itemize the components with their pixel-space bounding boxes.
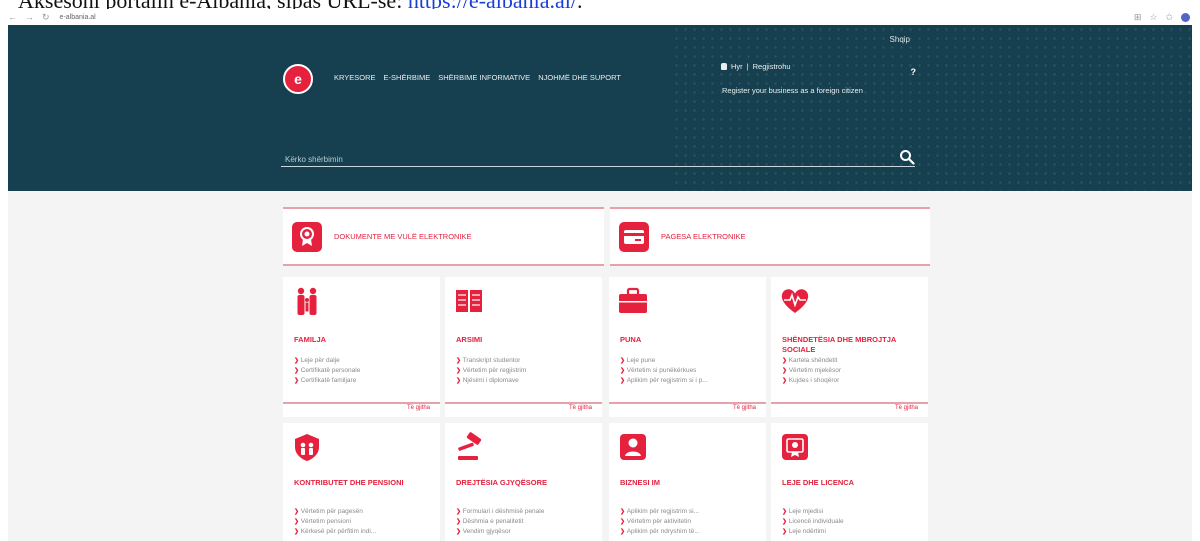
category-card-family[interactable]: Familja Leje për dalje Certifikatë perso…	[283, 277, 440, 417]
card-link[interactable]: Vërtetim pensioni	[294, 517, 434, 527]
nav-item-support[interactable]: Njohmë dhe suport	[538, 73, 621, 82]
nav-item-eservices[interactable]: E-shërbime	[384, 73, 431, 82]
card-link[interactable]: Aplikim për ndryshim të...	[620, 527, 760, 537]
card-link[interactable]: Njësimi i diplomave	[456, 376, 596, 386]
card-title: Drejtësia gjyqësore	[456, 478, 547, 487]
family-icon	[297, 287, 317, 315]
see-all-link[interactable]: Të gjitha	[569, 405, 592, 411]
card-link[interactable]: Licencë individuale	[782, 517, 922, 527]
card-link[interactable]: Vërtetim për pagesën	[294, 507, 434, 517]
card-divider	[445, 402, 602, 404]
briefcase-icon	[619, 287, 647, 313]
card-link[interactable]: Leje ndërtimi	[782, 527, 922, 537]
card-title: Kontributet dhe pensioni	[294, 478, 404, 487]
certificate-icon	[292, 221, 322, 252]
card-link[interactable]: Vërtetim për regjistrim	[456, 366, 596, 376]
category-card-work[interactable]: Puna Leje pune Vërtetim si punëkërkues A…	[609, 277, 766, 417]
card-link[interactable]: Leje pune	[620, 356, 760, 366]
card-divider	[771, 402, 928, 404]
category-card-health[interactable]: Shëndetësia dhe mbrojtja sociale Kartela…	[771, 277, 928, 417]
featured-label: Pagesa elektronike	[661, 232, 746, 241]
browser-toolbar: ← → ↻ e-albania.al ⊞ ☆ ✩	[0, 9, 1200, 25]
card-link[interactable]: Leje mjedisi	[782, 507, 922, 517]
card-links: Transkript studentor Vërtetim për regjis…	[456, 356, 596, 386]
card-title: Familja	[294, 335, 327, 344]
see-all-link[interactable]: Të gjitha	[733, 405, 756, 411]
forward-icon[interactable]: →	[25, 12, 34, 23]
card-link[interactable]: Transkript studentor	[456, 356, 596, 366]
card-links: Formulari i dëshmisë penale Dëshmia e pe…	[456, 507, 596, 537]
card-link[interactable]: Dëshmia e penalitetit	[456, 517, 596, 527]
card-links: Leje mjedisi Licencë individuale Leje nd…	[782, 507, 922, 537]
category-card-education[interactable]: Arsimi Transkript studentor Vërtetim për…	[445, 277, 602, 417]
search-icon[interactable]	[899, 149, 915, 165]
category-card-pension[interactable]: Kontributet dhe pensioni Vërtetim për pa…	[283, 423, 440, 541]
extension-icon[interactable]	[1181, 12, 1190, 22]
login-link[interactable]: Hyr	[731, 62, 743, 71]
reload-icon[interactable]: ↻	[42, 12, 50, 23]
category-card-justice[interactable]: Drejtësia gjyqësore Formulari i dëshmisë…	[445, 423, 602, 541]
card-link[interactable]: Formulari i dëshmisë penale	[456, 507, 596, 517]
credit-card-icon	[619, 221, 649, 252]
card-link[interactable]: Aplikim për regjistrim si i p...	[620, 376, 760, 386]
foreign-business-link[interactable]: Register your business as a foreign citi…	[722, 86, 863, 95]
card-links: Vërtetim për pagesën Vërtetim pensioni K…	[294, 507, 434, 537]
card-links: Leje pune Vërtetim si punëkërkues Apliki…	[620, 356, 760, 386]
card-links: Kartela shëndetit Vërtetim mjekësor Kujd…	[782, 356, 922, 386]
card-link[interactable]: Aplikim për regjistrim si...	[620, 507, 760, 517]
license-icon	[782, 434, 808, 460]
category-card-business[interactable]: Biznesi im Aplikim për regjistrim si... …	[609, 423, 766, 541]
card-link[interactable]: Vërtetim për aktivitetin	[620, 517, 760, 527]
pension-icon	[295, 434, 319, 461]
card-title: Shëndetësia dhe mbrojtja sociale	[782, 335, 897, 354]
card-links: Aplikim për regjistrim si... Vërtetim pë…	[620, 507, 760, 537]
see-all-link[interactable]: Të gjitha	[407, 405, 430, 411]
bookmark-icon[interactable]: ☆	[1149, 12, 1157, 23]
nav-item-home[interactable]: Kryesore	[334, 73, 376, 82]
card-link[interactable]: Kërkesë për përfitim indi...	[294, 527, 434, 537]
featured-electronic-seal-docs[interactable]: Dokumente me vulë elektronike	[283, 207, 604, 266]
card-link[interactable]: Kartela shëndetit	[782, 356, 922, 366]
featured-label: Dokumente me vulë elektronike	[334, 232, 472, 241]
search-input[interactable]	[281, 153, 881, 166]
register-link[interactable]: Regjistrohu	[753, 62, 791, 71]
card-title: Leje dhe licenca	[782, 478, 855, 487]
card-title: Arsimi	[456, 335, 483, 344]
back-icon[interactable]: ←	[8, 12, 17, 23]
e-albania-logo[interactable]: e	[283, 64, 313, 94]
card-divider	[609, 402, 766, 404]
heart-pulse-icon	[781, 289, 809, 313]
search-bar	[281, 149, 915, 167]
card-divider	[283, 402, 440, 404]
star-icon[interactable]: ✩	[1165, 12, 1173, 23]
featured-electronic-payments[interactable]: Pagesa elektronike	[610, 207, 930, 266]
address-bar[interactable]: e-albania.al	[60, 14, 96, 21]
help-icon[interactable]: ?	[911, 67, 917, 77]
book-icon	[456, 290, 482, 312]
nav-item-info-services[interactable]: Shërbime informative	[438, 73, 530, 82]
user-icon	[721, 63, 727, 70]
language-selector[interactable]: Shqip	[890, 35, 910, 44]
card-link[interactable]: Certifikatë familjare	[294, 376, 434, 386]
card-link[interactable]: Vendim gjyqësor	[456, 527, 596, 537]
auth-links: Hyr | Regjistrohu	[721, 62, 791, 71]
card-links: Leje për dalje Certifikatë personale Cer…	[294, 356, 434, 386]
translate-icon[interactable]: ⊞	[1134, 12, 1142, 23]
auth-separator: |	[746, 62, 749, 71]
card-title: Biznesi im	[620, 478, 661, 487]
business-icon	[620, 434, 646, 460]
card-link[interactable]: Vërtetim mjekësor	[782, 366, 922, 376]
card-link[interactable]: Kujdes i shoqëror	[782, 376, 922, 386]
card-link[interactable]: Certifikatë personale	[294, 366, 434, 376]
see-all-link[interactable]: Të gjitha	[895, 405, 918, 411]
main-navigation: Kryesore E-shërbime Shërbime informative…	[334, 73, 621, 82]
category-card-licenses[interactable]: Leje dhe licenca Leje mjedisi Licencë in…	[771, 423, 928, 541]
card-title: Puna	[620, 335, 642, 344]
gavel-icon	[458, 432, 482, 460]
card-link[interactable]: Leje për dalje	[294, 356, 434, 366]
card-link[interactable]: Vërtetim si punëkërkues	[620, 366, 760, 376]
